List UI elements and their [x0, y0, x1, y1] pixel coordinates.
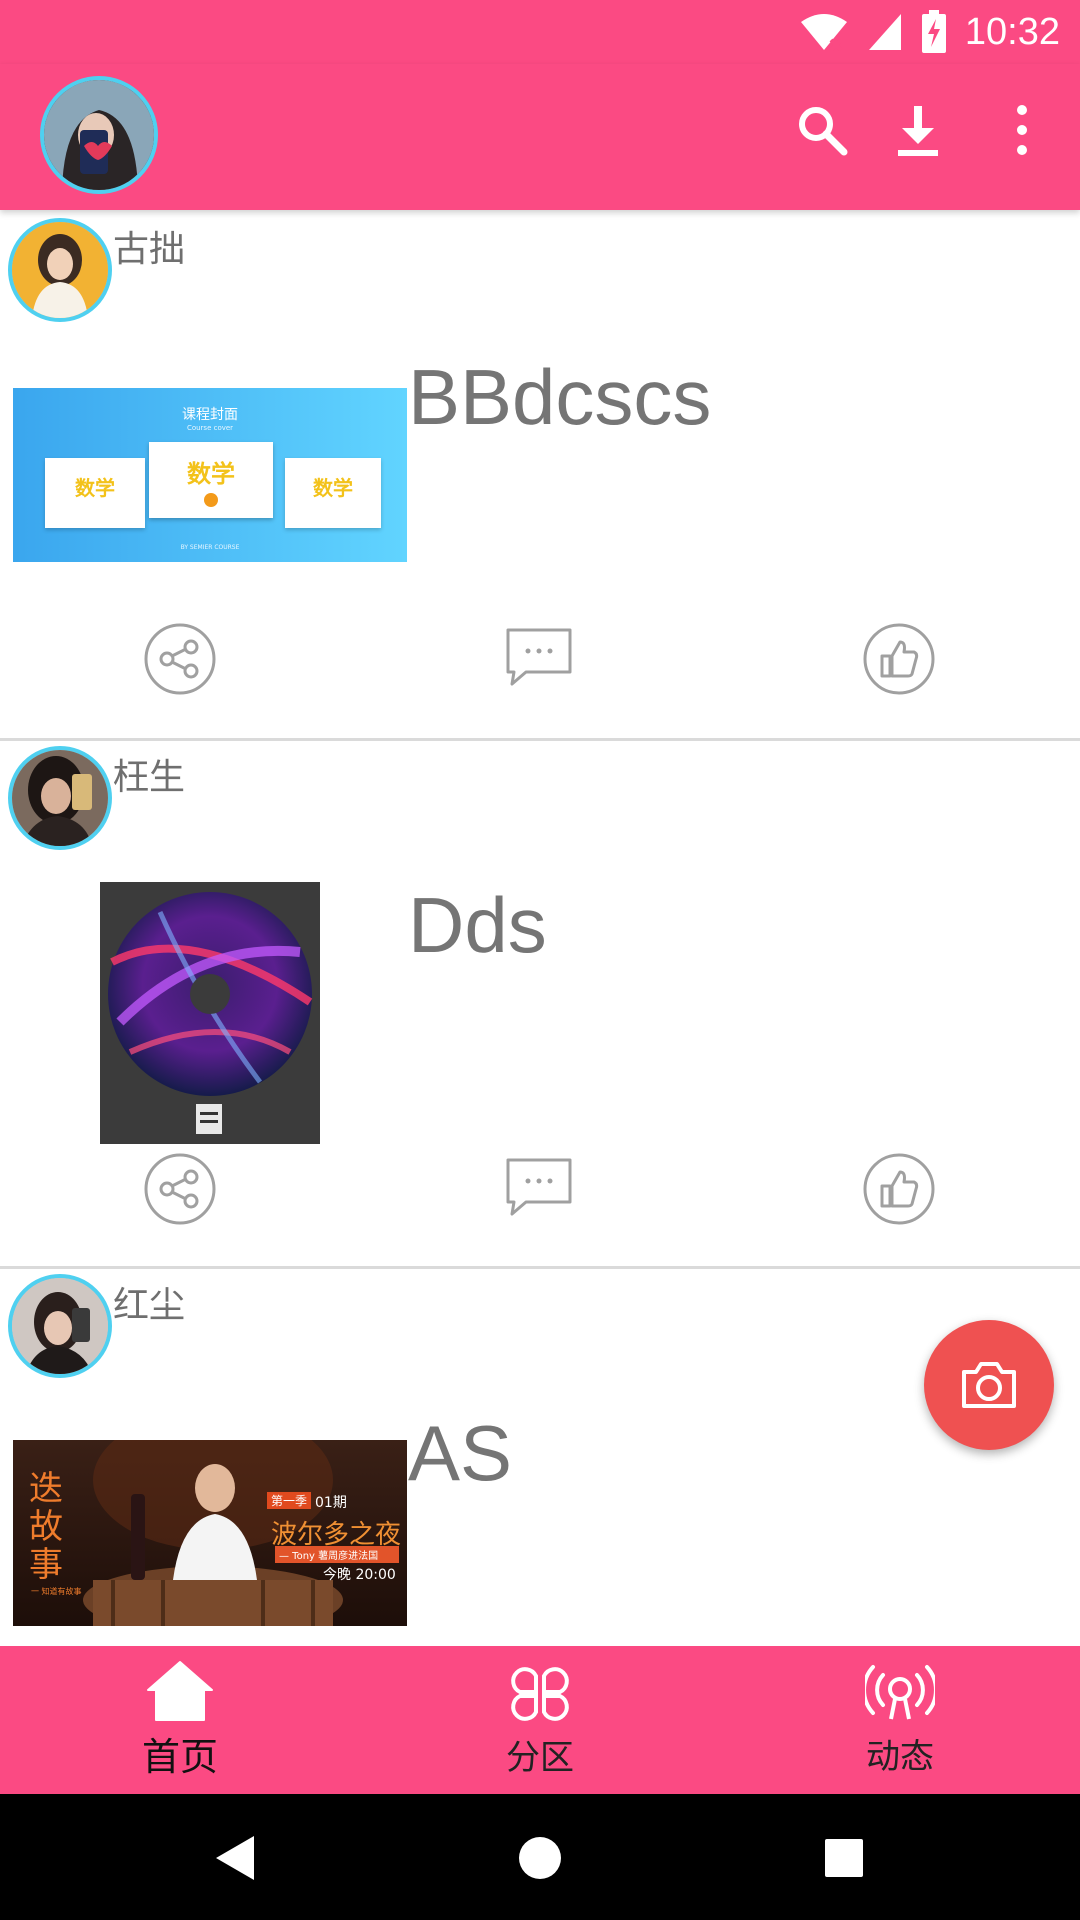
nav-item-home[interactable]: 首页 [0, 1646, 360, 1794]
battery-icon [921, 10, 946, 53]
author-avatar[interactable] [8, 218, 112, 322]
banner-episode: 01期 [315, 1495, 347, 1511]
avatar-image [12, 1278, 108, 1374]
banner-sub: — Tony 薯周彦进法国 [275, 1546, 399, 1563]
card-label: 数学 [75, 476, 115, 500]
home-icon [147, 1660, 213, 1721]
search-icon[interactable] [794, 102, 850, 158]
post-thumbnail[interactable]: 课程封面 Course cover 数学 数学 数学 BY SEMIER COU… [13, 388, 407, 562]
post-card[interactable]: 红尘 迭故事 一 知道有故事 01期 第一季 波尔多之夜 — Tony 薯周彦进… [0, 1266, 1080, 1646]
thumb-card: 数学 [149, 442, 273, 518]
like-icon[interactable] [862, 622, 936, 696]
nav-item-activity[interactable]: 动态 [720, 1646, 1080, 1794]
banner-big-text: 迭故事 [29, 1469, 63, 1585]
post-title: AS [408, 1409, 513, 1497]
thumb-subheading: Course cover [186, 424, 234, 432]
card-label: 数学 [187, 460, 235, 488]
banner-tag: 一 知道有故事 [31, 1587, 82, 1596]
system-nav-bar [0, 1794, 1080, 1920]
share-icon[interactable] [143, 622, 217, 696]
camera-icon [962, 1362, 1016, 1408]
nav-label: 动态 [866, 1736, 934, 1777]
profile-avatar[interactable] [40, 76, 158, 194]
wifi-icon [800, 14, 847, 52]
comment-icon[interactable] [502, 620, 576, 694]
status-time: 10:32 [964, 10, 1060, 53]
recents-icon[interactable] [824, 1838, 864, 1878]
signal-icon [868, 14, 901, 50]
comment-icon[interactable] [502, 1150, 576, 1224]
thumb-card: 数学 [45, 458, 145, 528]
post-feed: 古拙 课程封面 Course cover 数学 数学 数学 BY SEMIER … [0, 210, 1080, 1646]
avatar-image [12, 750, 108, 846]
category-icon [511, 1666, 569, 1721]
banner-time: 今晚 20:00 [323, 1567, 396, 1583]
avatar-image [44, 80, 154, 190]
cd-disc-image [108, 892, 313, 1134]
author-name: 古拙 [113, 229, 186, 270]
post-thumbnail[interactable]: 迭故事 一 知道有故事 01期 第一季 波尔多之夜 — Tony 薯周彦进法国 … [13, 1440, 407, 1626]
banner-season: 第一季 [267, 1492, 312, 1509]
thumb-card: 数学 [285, 458, 381, 528]
broadcast-icon [865, 1664, 935, 1719]
back-icon[interactable] [214, 1834, 258, 1882]
app-toolbar [0, 64, 1080, 210]
home-circle-icon[interactable] [518, 1836, 562, 1880]
author-avatar[interactable] [8, 746, 112, 850]
nav-item-category[interactable]: 分区 [360, 1646, 720, 1794]
more-vert-icon[interactable] [994, 102, 1050, 158]
author-name: 枉生 [113, 757, 186, 798]
post-card[interactable]: 枉生 Dds [0, 738, 1080, 1269]
nav-label: 首页 [141, 1734, 218, 1779]
avatar-image [12, 222, 108, 318]
post-card[interactable]: 古拙 课程封面 Course cover 数学 数学 数学 BY SEMIER … [0, 210, 1080, 741]
camera-fab[interactable] [924, 1320, 1054, 1450]
status-bar: 10:32 [0, 0, 1080, 64]
like-icon[interactable] [862, 1152, 936, 1226]
author-avatar[interactable] [8, 1274, 112, 1378]
bottom-navigation: 首页 分区 动态 [0, 1646, 1080, 1794]
author-name: 红尘 [113, 1285, 186, 1326]
post-thumbnail[interactable] [100, 882, 320, 1144]
thumb-heading: 课程封面 [182, 407, 238, 423]
thumb-footer: BY SEMIER COURSE [180, 544, 240, 551]
post-title: Dds [408, 881, 547, 969]
post-title: BBdcscs [408, 353, 712, 441]
card-label: 数学 [313, 476, 353, 500]
download-icon[interactable] [890, 102, 946, 158]
nav-label: 分区 [506, 1737, 574, 1778]
share-icon[interactable] [143, 1152, 217, 1226]
